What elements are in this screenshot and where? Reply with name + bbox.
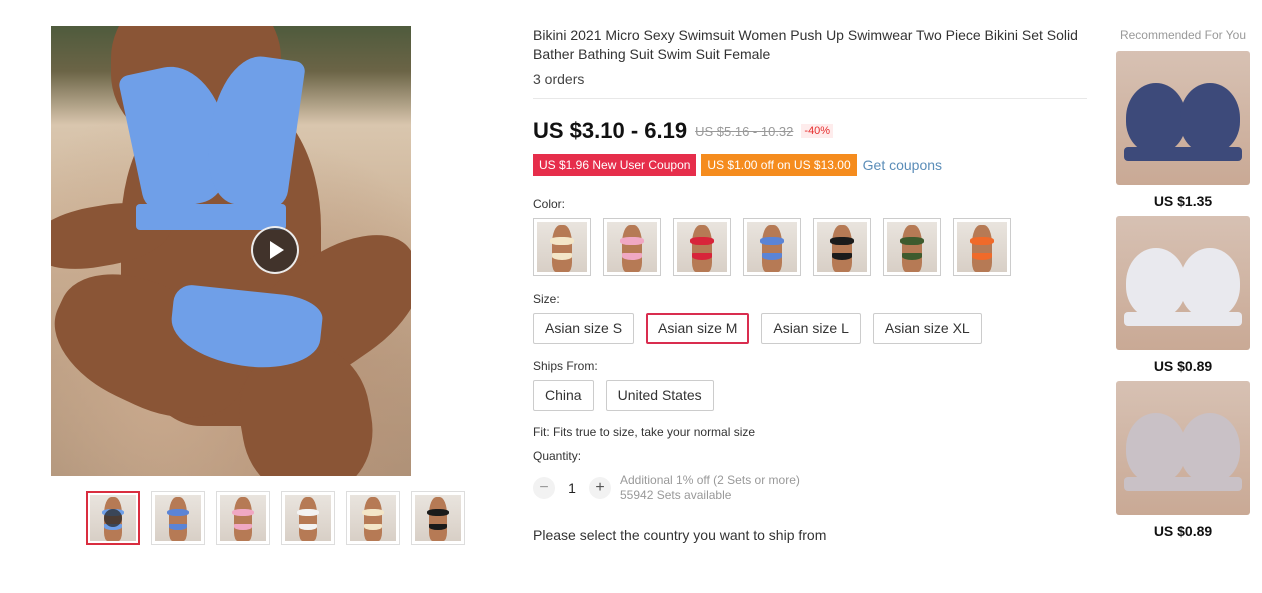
- quantity-decrease-button[interactable]: −: [533, 477, 555, 499]
- ships-from-china[interactable]: China: [533, 380, 594, 411]
- color-swatch[interactable]: [743, 218, 801, 276]
- quantity-value[interactable]: 1: [555, 480, 589, 496]
- gallery-thumbnail[interactable]: [281, 491, 335, 545]
- recommended-item-price: US $0.89: [1153, 358, 1213, 374]
- play-icon: [104, 509, 122, 527]
- recommended-item[interactable]: US $0.89: [1116, 381, 1250, 539]
- store-coupon[interactable]: US $1.00 off on US $13.00: [701, 154, 857, 176]
- get-coupons-link[interactable]: Get coupons: [863, 157, 942, 173]
- gallery-thumbnail[interactable]: [346, 491, 400, 545]
- color-swatch[interactable]: [603, 218, 661, 276]
- orders-count: 3 orders: [533, 71, 1087, 99]
- stock-available: 55942 Sets available: [620, 488, 732, 502]
- recommended-item-price: US $0.89: [1153, 523, 1213, 539]
- gallery-thumbnail[interactable]: [411, 491, 465, 545]
- recommended-item-image[interactable]: [1116, 51, 1250, 185]
- recommended-item-price: US $1.35: [1153, 193, 1213, 209]
- price-row: US $3.10 - 6.19 US $5.16 - 10.32 -40%: [533, 118, 1087, 144]
- thumbnail-strip: [86, 491, 465, 545]
- size-option-xl[interactable]: Asian size XL: [872, 313, 982, 344]
- color-swatch[interactable]: [953, 218, 1011, 276]
- product-info: Bikini 2021 Micro Sexy Swimsuit Women Pu…: [533, 26, 1087, 543]
- ships-from-label: Ships From:: [533, 359, 598, 373]
- size-label: Size:: [533, 292, 560, 306]
- color-swatch[interactable]: [883, 218, 941, 276]
- recommended-panel: Recommended For You US $1.35 US $0.89 US…: [1116, 26, 1250, 539]
- gallery-thumbnail[interactable]: [86, 491, 140, 545]
- color-swatch[interactable]: [813, 218, 871, 276]
- recommended-title: Recommended For You: [1119, 28, 1247, 42]
- color-swatch[interactable]: [533, 218, 591, 276]
- size-option-m[interactable]: Asian size M: [646, 313, 750, 344]
- play-video-button[interactable]: [251, 226, 299, 274]
- quantity-stepper: − 1 + Additional 1% off (2 Sets or more)…: [533, 473, 1087, 503]
- ships-from-options: China United States: [533, 380, 1087, 411]
- recommended-item-image[interactable]: [1116, 216, 1250, 350]
- size-option-s[interactable]: Asian size S: [533, 313, 635, 344]
- new-user-coupon[interactable]: US $1.96 New User Coupon: [533, 154, 697, 176]
- size-options: Asian size S Asian size M Asian size L A…: [533, 313, 1087, 344]
- current-price: US $3.10 - 6.19: [533, 118, 688, 143]
- recommended-item[interactable]: US $0.89: [1116, 216, 1250, 374]
- bulk-discount-note: Additional 1% off (2 Sets or more): [620, 473, 800, 487]
- ships-from-united-states[interactable]: United States: [605, 380, 714, 411]
- color-swatch[interactable]: [673, 218, 731, 276]
- color-label: Color:: [533, 197, 566, 211]
- fit-note: Fit: Fits true to size, take your normal…: [533, 425, 756, 439]
- original-price: US $5.16 - 10.32: [695, 123, 794, 139]
- recommended-item-image[interactable]: [1116, 381, 1250, 515]
- quantity-label: Quantity:: [533, 449, 582, 463]
- coupon-row: US $1.96 New User Coupon US $1.00 off on…: [533, 154, 1087, 176]
- gallery-thumbnail[interactable]: [151, 491, 205, 545]
- discount-badge: -40%: [801, 124, 834, 138]
- gallery-thumbnail[interactable]: [216, 491, 270, 545]
- size-option-l[interactable]: Asian size L: [761, 313, 861, 344]
- quantity-note: Additional 1% off (2 Sets or more) 55942…: [620, 473, 800, 503]
- product-title: Bikini 2021 Micro Sexy Swimsuit Women Pu…: [533, 27, 1078, 62]
- main-product-image[interactable]: [51, 26, 411, 476]
- recommended-item[interactable]: US $1.35: [1116, 51, 1250, 209]
- quantity-increase-button[interactable]: +: [589, 477, 611, 499]
- ship-from-message: Please select the country you want to sh…: [533, 527, 827, 543]
- color-swatches: [533, 218, 1087, 276]
